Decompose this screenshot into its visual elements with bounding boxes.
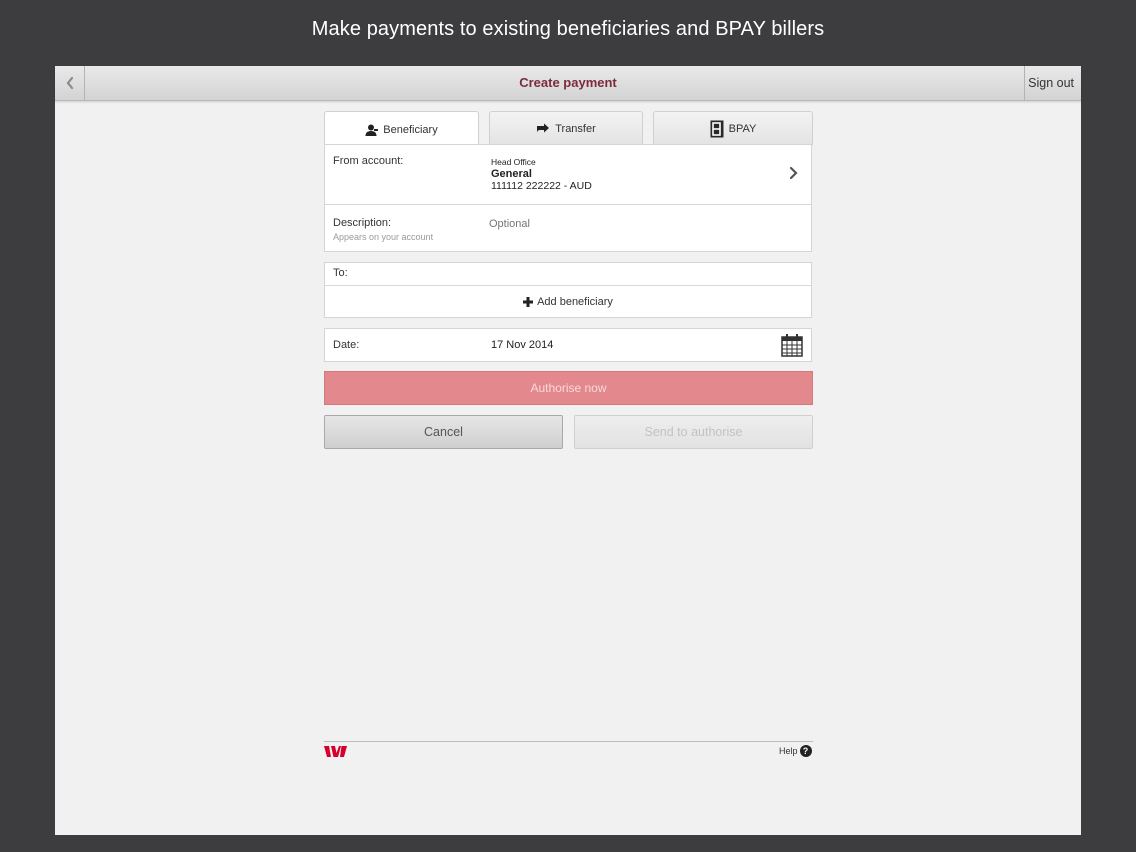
page-title: Create payment — [519, 75, 617, 90]
footer-divider — [324, 741, 813, 742]
description-row: Description: Appears on your account — [325, 205, 811, 252]
calendar-icon[interactable] — [781, 333, 803, 357]
send-to-authorise-button[interactable]: Send to authorise — [574, 415, 813, 449]
tab-label: BPAY — [728, 122, 757, 135]
payment-type-tabs: Beneficiary Transfer BPAY — [324, 111, 813, 147]
account-name: General — [491, 168, 532, 180]
tab-label: Beneficiary — [383, 123, 438, 136]
date-value: 17 Nov 2014 — [491, 339, 554, 351]
help-icon: ? — [799, 745, 812, 757]
description-input[interactable] — [487, 213, 801, 235]
description-label: Description: — [333, 217, 392, 229]
plus-icon — [523, 297, 534, 307]
sign-out-button[interactable]: Sign out — [1024, 66, 1081, 100]
description-hint: Appears on your account — [333, 232, 434, 242]
chevron-right-icon — [789, 166, 798, 180]
date-label: Date: — [333, 339, 360, 351]
account-number: 111112 222222 - AUD — [491, 180, 592, 192]
add-beneficiary-button[interactable]: Add beneficiary — [325, 286, 811, 318]
tab-bpay[interactable]: BPAY — [653, 111, 813, 145]
tab-transfer[interactable]: Transfer — [489, 111, 643, 145]
app-screen: Create payment Sign out Beneficiary Tran… — [55, 66, 1081, 835]
add-beneficiary-label: Add beneficiary — [537, 296, 613, 308]
navigation-bar: Create payment Sign out — [55, 66, 1081, 101]
to-row: To: — [325, 263, 811, 286]
tab-label: Transfer — [555, 122, 596, 135]
date-row[interactable]: Date: 17 Nov 2014 — [324, 328, 812, 362]
person-icon — [365, 124, 379, 136]
from-account-label: From account: — [333, 155, 404, 167]
payment-details-card: From account: Head Office General 111112… — [324, 144, 812, 252]
help-label: Help — [779, 746, 798, 756]
help-link[interactable]: Help ? — [779, 745, 812, 757]
account-branch: Head Office — [491, 157, 536, 167]
tab-beneficiary[interactable]: Beneficiary — [324, 111, 479, 147]
westpac-logo — [324, 746, 347, 757]
bpay-icon — [710, 120, 724, 138]
page-caption: Make payments to existing beneficiaries … — [311, 18, 825, 40]
from-account-row[interactable]: From account: Head Office General 111112… — [325, 145, 811, 205]
cancel-button[interactable]: Cancel — [324, 415, 563, 449]
to-label: To: — [333, 267, 348, 279]
authorise-now-button[interactable]: Authorise now — [324, 371, 813, 405]
transfer-arrow-icon — [536, 123, 550, 135]
recipient-card: To: Add beneficiary — [324, 262, 812, 318]
